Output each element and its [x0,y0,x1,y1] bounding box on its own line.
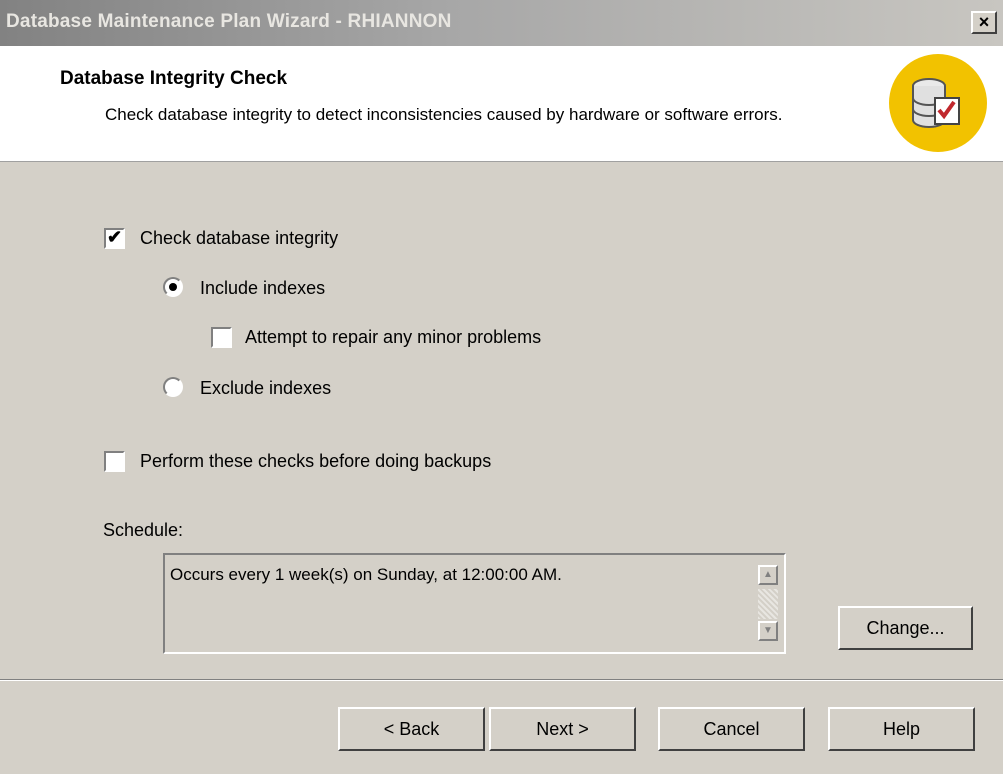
scroll-up-button[interactable]: ▲ [758,565,778,585]
back-button[interactable]: < Back [338,707,485,751]
window-title: Database Maintenance Plan Wizard - RHIAN… [6,11,452,32]
include-indexes-radio[interactable] [163,277,183,297]
scrollbar-track[interactable] [758,589,778,619]
checkmark-icon: ✔ [107,227,123,247]
exclude-indexes-radio[interactable] [163,377,183,397]
title-bar: Database Maintenance Plan Wizard - RHIAN… [0,0,1003,46]
help-button[interactable]: Help [828,707,975,751]
wizard-header: Database Integrity Check Check database … [0,46,1003,162]
checks-before-backup-checkbox[interactable] [104,451,125,472]
change-schedule-button[interactable]: Change... [838,606,973,650]
wizard-window: Database Maintenance Plan Wizard - RHIAN… [0,0,1003,774]
check-integrity-checkbox[interactable]: ✔ [104,227,125,249]
include-indexes-label: Include indexes [200,278,326,298]
close-button[interactable]: × [971,11,997,34]
checks-before-backup-label: Perform these checks before doing backup… [140,451,492,471]
cancel-button[interactable]: Cancel [658,707,805,751]
page-title: Database Integrity Check [60,68,288,89]
database-check-icon [889,54,987,152]
scroll-down-button[interactable]: ▼ [758,621,778,641]
schedule-label: Schedule: [103,520,184,540]
schedule-textarea[interactable]: Occurs every 1 week(s) on Sunday, at 12:… [163,553,786,654]
attempt-repair-label: Attempt to repair any minor problems [245,327,542,347]
footer-divider [0,679,1003,681]
radio-selected-dot [169,283,177,291]
exclude-indexes-label: Exclude indexes [200,378,332,398]
check-integrity-label: Check database integrity [140,228,339,248]
attempt-repair-checkbox[interactable] [211,327,232,348]
schedule-text: Occurs every 1 week(s) on Sunday, at 12:… [170,565,562,584]
page-description: Check database integrity to detect incon… [105,105,783,124]
next-button[interactable]: Next > [489,707,636,751]
